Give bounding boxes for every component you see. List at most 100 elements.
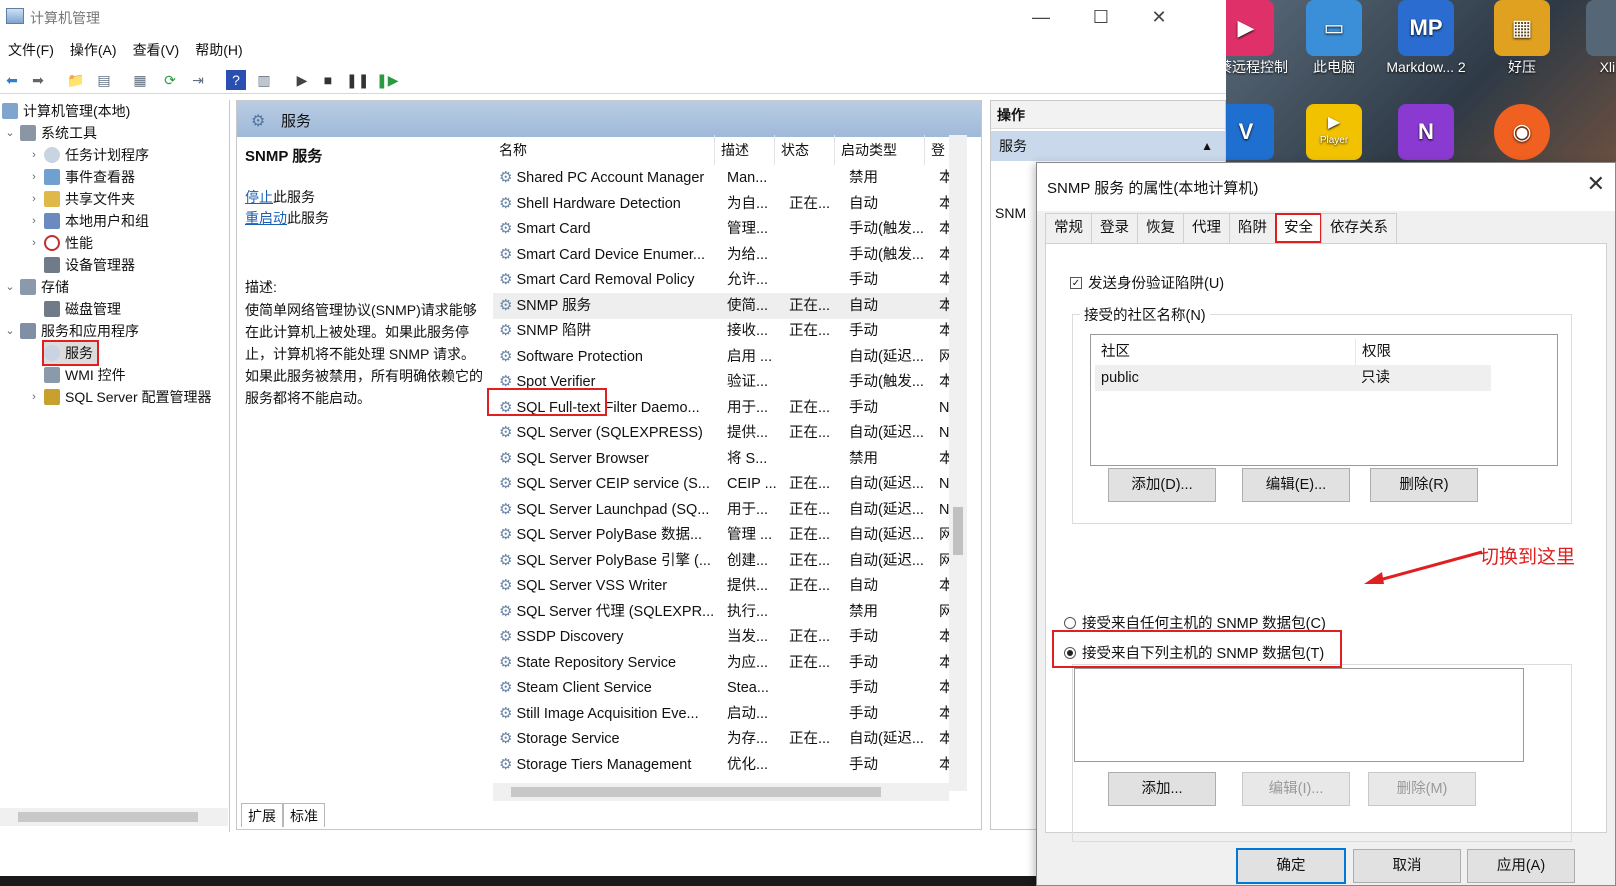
view-icon[interactable]: ▥ bbox=[254, 70, 274, 90]
service-row[interactable]: ⚙ Storage Tiers Management 优化... 手动本 bbox=[493, 752, 965, 778]
ok-button[interactable]: 确定 bbox=[1236, 848, 1346, 884]
desktop-icon-haozip[interactable]: ▦ 好压 bbox=[1480, 0, 1564, 76]
edit-host-button[interactable]: 编辑(I)... bbox=[1242, 772, 1350, 806]
tree-item-system-tools[interactable]: ⌄ 系统工具 bbox=[4, 122, 97, 144]
desktop-icon-this-pc[interactable]: ▭ 此电脑 bbox=[1292, 0, 1376, 76]
collapse-icon[interactable]: ⌄ bbox=[4, 122, 16, 144]
expand-icon[interactable]: › bbox=[28, 210, 40, 232]
remove-community-button[interactable]: 删除(R) bbox=[1370, 468, 1478, 502]
tab-logon[interactable]: 登录 bbox=[1091, 213, 1138, 243]
service-row[interactable]: ⚙ Software Protection 启用 ... 自动(延迟... 网 bbox=[493, 344, 965, 370]
service-row[interactable]: ⚙ Smart Card Removal Policy 允许... 手动本 bbox=[493, 267, 965, 293]
service-row[interactable]: ⚙ SQL Server Launchpad (SQ... 用于... 正在... 自动… bbox=[493, 497, 965, 523]
desktop-icon-remote-control[interactable]: ▶ 日葵远程控制 bbox=[1226, 0, 1288, 76]
tab-recovery[interactable]: 恢复 bbox=[1137, 213, 1184, 243]
restart-service-icon[interactable]: ❚▶ bbox=[376, 70, 399, 90]
tree-item-disk-management[interactable]: 磁盘管理 bbox=[28, 298, 121, 320]
tab-agent[interactable]: 代理 bbox=[1183, 213, 1230, 243]
up-folder-icon[interactable]: 📁 bbox=[66, 70, 86, 90]
expand-icon[interactable]: › bbox=[28, 232, 40, 254]
tab-extended[interactable]: 扩展 bbox=[241, 803, 283, 827]
add-host-button[interactable]: 添加... bbox=[1108, 772, 1216, 806]
list-vertical-scrollbar[interactable] bbox=[949, 135, 967, 791]
column-description[interactable]: 描述 bbox=[715, 135, 775, 165]
expand-icon[interactable]: › bbox=[28, 188, 40, 210]
column-community[interactable]: 社区 bbox=[1095, 339, 1355, 365]
back-icon[interactable]: ⬅ bbox=[2, 70, 22, 90]
tree-horizontal-scrollbar[interactable] bbox=[0, 808, 228, 826]
apply-button[interactable]: 应用(A) bbox=[1467, 849, 1575, 883]
tree-item-event-viewer[interactable]: › 事件查看器 bbox=[28, 166, 135, 188]
column-status[interactable]: 状态 bbox=[775, 135, 835, 165]
service-row[interactable]: ⚙ SQL Server CEIP service (S... CEIP ... 正在… bbox=[493, 471, 965, 497]
actions-section-services[interactable]: 服务 ▲ bbox=[991, 131, 1225, 161]
forward-icon[interactable]: ➡ bbox=[28, 70, 48, 90]
desktop-icon-firefox[interactable]: ◉ bbox=[1480, 104, 1564, 162]
tab-traps[interactable]: 陷阱 bbox=[1229, 213, 1276, 243]
tab-dependencies[interactable]: 依存关系 bbox=[1321, 213, 1397, 243]
tab-general[interactable]: 常规 bbox=[1045, 213, 1092, 243]
collapse-icon[interactable]: ⌄ bbox=[4, 276, 16, 298]
tree-item-services-and-apps[interactable]: ⌄ 服务和应用程序 bbox=[4, 320, 139, 342]
tree-item-local-users[interactable]: › 本地用户和组 bbox=[28, 210, 149, 232]
service-row[interactable]: ⚙ SQL Server PolyBase 数据... 管理 ... 正在... 自动(… bbox=[493, 522, 965, 548]
refresh-icon[interactable]: ⟳ bbox=[160, 70, 180, 90]
menu-file[interactable]: 文件(F) bbox=[0, 38, 62, 62]
tree-item-task-scheduler[interactable]: › 任务计划程序 bbox=[28, 144, 149, 166]
service-row[interactable]: ⚙ SQL Server 代理 (SQLEXPR... 执行... 禁用网 bbox=[493, 599, 965, 625]
service-row[interactable]: ⚙ Shared PC Account Manager Man... 禁用本 bbox=[493, 165, 965, 191]
tree-item-sql-server-config[interactable]: › SQL Server 配置管理器 bbox=[28, 386, 212, 408]
service-row[interactable]: ⚙ Shell Hardware Detection 为自... 正在... 自动本 bbox=[493, 191, 965, 217]
service-row[interactable]: ⚙ Storage Service 为存... 正在... 自动(延迟... 本 bbox=[493, 726, 965, 752]
properties-icon[interactable]: ▦ bbox=[130, 70, 150, 90]
dialog-close-icon[interactable]: ✕ bbox=[1587, 171, 1605, 197]
tree-item-shared-folders[interactable]: › 共享文件夹 bbox=[28, 188, 135, 210]
tree-item-device-manager[interactable]: 设备管理器 bbox=[28, 254, 135, 276]
menu-action[interactable]: 操作(A) bbox=[62, 38, 125, 62]
service-row[interactable]: ⚙ Steam Client Service Stea... 手动本 bbox=[493, 675, 965, 701]
cancel-button[interactable]: 取消 bbox=[1353, 849, 1461, 883]
service-row[interactable]: ⚙ SNMP 陷阱 接收... 正在... 手动本 bbox=[493, 318, 965, 344]
start-service-icon[interactable]: ▶ bbox=[292, 70, 312, 90]
hosts-list[interactable] bbox=[1074, 668, 1524, 762]
restart-service-link[interactable]: 重启动 bbox=[245, 210, 287, 226]
service-row[interactable]: ⚙ SQL Server (SQLEXPRESS) 提供... 正在... 自动(延迟.… bbox=[493, 420, 965, 446]
desktop-icon-onenote[interactable]: N bbox=[1384, 104, 1468, 162]
tree-item-performance[interactable]: › 性能 bbox=[28, 232, 93, 254]
community-row[interactable]: public 只读 bbox=[1095, 365, 1491, 391]
service-row[interactable]: ⚙ Still Image Acquisition Eve... 启动... 手动本 bbox=[493, 701, 965, 727]
tree-item-wmi-control[interactable]: WMI 控件 bbox=[28, 364, 126, 386]
tree-item-services[interactable]: 服务 bbox=[42, 340, 99, 366]
service-row[interactable]: ⚙ SQL Server PolyBase 引擎 (... 创建... 正在... 自动… bbox=[493, 548, 965, 574]
tab-security[interactable]: 安全 bbox=[1275, 213, 1322, 243]
service-row[interactable]: ⚙ SNMP 服务 使简... 正在... 自动本 bbox=[493, 292, 965, 319]
expand-icon[interactable]: › bbox=[28, 144, 40, 166]
service-row[interactable]: ⚙ Smart Card Device Enumer... 为给... 手动(触发..… bbox=[493, 242, 965, 268]
minimize-button[interactable]: — bbox=[1018, 4, 1064, 30]
add-community-button[interactable]: 添加(D)... bbox=[1108, 468, 1216, 502]
scrollbar-thumb[interactable] bbox=[953, 507, 963, 555]
desktop-icon-markdown[interactable]: MP Markdow... 2 bbox=[1384, 0, 1468, 76]
collapse-icon[interactable]: ⌄ bbox=[4, 320, 16, 342]
maximize-button[interactable]: ☐ bbox=[1078, 4, 1124, 30]
help-icon[interactable]: ? bbox=[226, 70, 246, 90]
tree-item-computer-management[interactable]: 计算机管理(本地) bbox=[2, 100, 130, 122]
send-auth-trap-checkbox[interactable]: ✓ 发送身份验证陷阱(U) bbox=[1070, 272, 1224, 293]
desktop-icon-player[interactable]: ▶ Player bbox=[1292, 104, 1376, 162]
tab-standard[interactable]: 标准 bbox=[283, 803, 325, 827]
remove-host-button[interactable]: 删除(M) bbox=[1368, 772, 1476, 806]
list-horizontal-scrollbar[interactable] bbox=[493, 783, 949, 801]
column-startup-type[interactable]: 启动类型 bbox=[835, 135, 925, 165]
desktop-icon-xli[interactable]: Xli S bbox=[1572, 0, 1616, 76]
desktop-icon-v[interactable]: V bbox=[1226, 104, 1288, 162]
column-name[interactable]: 名称 bbox=[493, 135, 715, 165]
expand-icon[interactable]: › bbox=[28, 386, 40, 408]
service-row[interactable]: ⚙ SQL Server VSS Writer 提供... 正在... 自动本 bbox=[493, 573, 965, 599]
stop-service-icon[interactable]: ■ bbox=[318, 70, 338, 90]
menu-help[interactable]: 帮助(H) bbox=[187, 38, 250, 62]
service-row[interactable]: ⚙ State Repository Service 为应... 正在... 手动本 bbox=[493, 650, 965, 676]
pause-service-icon[interactable]: ❚❚ bbox=[346, 70, 369, 90]
close-button[interactable]: ✕ bbox=[1136, 4, 1182, 30]
expand-icon[interactable]: › bbox=[28, 166, 40, 188]
service-row[interactable]: ⚙ Smart Card 管理... 手动(触发... 本 bbox=[493, 216, 965, 242]
